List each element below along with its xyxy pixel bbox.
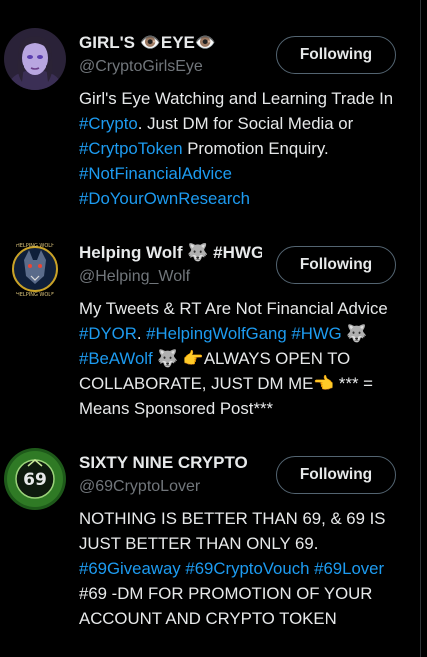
user-cell[interactable]: GIRL'S 👁️EYE👁️ @CryptoGirlsEye Following… — [0, 0, 420, 220]
bio-text: My Tweets & RT Are Not Financial Advice — [79, 299, 388, 318]
bio-text: 🐺 — [341, 324, 368, 343]
user-bio: My Tweets & RT Are Not Financial Advice … — [79, 296, 404, 421]
bio-text: Girl's Eye Watching and Learning Trade I… — [79, 89, 394, 108]
hashtag-link[interactable]: #DYOR — [79, 324, 137, 343]
user-handle[interactable]: @Helping_Wolf — [79, 268, 190, 286]
display-name[interactable]: SIXTY NINE CRYPTO — [79, 453, 269, 473]
user-cell[interactable]: 69 SIXTY NINE CRYPTO @69CryptoLover Foll… — [0, 430, 420, 657]
hashtag-link[interactable]: #DoYourOwnResearch — [79, 189, 250, 208]
display-name[interactable]: Helping Wolf 🐺 #HWG — [79, 243, 262, 263]
hashtag-link[interactable]: #HelpingWolfGang — [146, 324, 287, 343]
hashtag-link[interactable]: #HWG — [291, 324, 341, 343]
avatar[interactable]: HELPING WOLF HELPING WOLF — [4, 238, 66, 300]
bio-text: NOTHING IS BETTER THAN 69, & 69 IS JUST … — [79, 509, 386, 553]
bio-text: . Just DM for Social Media or — [137, 114, 354, 133]
hashtag-link[interactable]: #69Lover — [314, 559, 384, 578]
bio-text: . — [136, 324, 147, 343]
user-handle[interactable]: @CryptoGirlsEye — [79, 58, 203, 76]
bio-text: #69 -DM FOR PROMOTION OF YOUR ACCOUNT AN… — [79, 584, 373, 628]
user-cell[interactable]: HELPING WOLF HELPING WOLF Helping Wolf 🐺… — [0, 220, 420, 430]
display-name[interactable]: GIRL'S 👁️EYE👁️ — [79, 33, 264, 53]
hashtag-link[interactable]: #BeAWolf — [79, 349, 153, 368]
user-bio: NOTHING IS BETTER THAN 69, & 69 IS JUST … — [79, 506, 404, 631]
hashtag-link[interactable]: #69Giveaway — [79, 559, 181, 578]
avatar[interactable] — [4, 28, 66, 90]
avatar[interactable]: 69 — [4, 448, 66, 510]
hashtag-link[interactable]: #69CryptoVouch — [185, 559, 309, 578]
avatar-label: HELPING WOLF — [16, 292, 54, 298]
user-bio: Girl's Eye Watching and Learning Trade I… — [79, 86, 404, 211]
avatar-label: HELPING WOLF — [16, 243, 54, 249]
user-handle[interactable]: @69CryptoLover — [79, 478, 200, 496]
following-button[interactable]: Following — [276, 246, 396, 284]
avatar-label: 69 — [23, 470, 47, 490]
following-button[interactable]: Following — [276, 36, 396, 74]
hashtag-link[interactable]: #CrytpoToken — [79, 139, 183, 158]
column-divider — [420, 0, 421, 657]
hashtag-link[interactable]: #Crypto — [79, 114, 138, 133]
hashtag-link[interactable]: #NotFinancialAdvice — [79, 164, 232, 183]
bio-text: Promotion Enquiry. — [182, 139, 329, 158]
following-button[interactable]: Following — [276, 456, 396, 494]
